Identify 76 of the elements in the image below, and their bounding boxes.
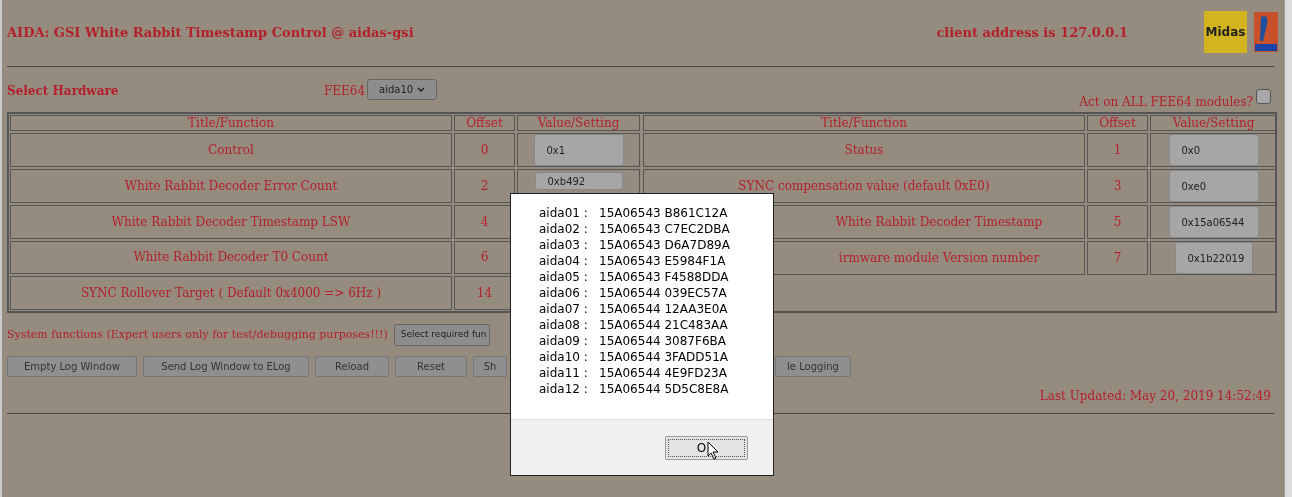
module-name: aida08 : (539, 317, 589, 334)
function-title: White Rabbit Decoder T0 Count (133, 249, 329, 267)
timestamp-value: 15A06543 E5984F1A (599, 253, 726, 270)
module-name: aida10 : (539, 349, 589, 366)
module-name: aida03 : (539, 237, 589, 254)
timestamp-value: 15A06544 039EC57A (599, 285, 727, 302)
timestamp-value: 15A06544 3FADD51A (599, 349, 729, 366)
value-field[interactable]: 0x1 (533, 134, 624, 166)
timestamp-value: 15A06543 F4588DDA (599, 269, 729, 286)
offset-text: 0 (480, 142, 489, 159)
action-button[interactable]: Send Log Window to ELog (143, 356, 309, 377)
timestamp-value: 15A06544 5D5C8E8A (599, 381, 729, 398)
cursor-icon (707, 440, 719, 460)
module-name: aida02 : (539, 221, 589, 238)
module-name: aida05 : (539, 269, 589, 286)
offset-text: 3 (1113, 178, 1122, 195)
column-header: Value/Setting (517, 115, 640, 131)
offset-text: 7 (1113, 250, 1122, 267)
client-address: client address is 127.0.0.1 (936, 24, 1128, 43)
module-name: aida12 : (539, 381, 589, 398)
function-title: White Rabbit Decoder Error Count (124, 177, 338, 195)
column-header: Title/Function (10, 115, 452, 131)
function-title: SYNC Rollover Target ( Default 0x4000 => 6Hz ) (80, 285, 382, 303)
function-title: Status (844, 142, 884, 159)
function-title: Control (208, 142, 254, 159)
value-field[interactable]: 0x1b22019 (1174, 242, 1253, 274)
ok-button[interactable]: O (665, 435, 748, 460)
module-name: aida09 : (539, 333, 589, 350)
timestamp-value: 15A06544 4E9FD23A (599, 365, 727, 382)
function-title: White Rabbit Decoder Timestamp LSW (111, 213, 351, 231)
module-name: aida07 : (539, 301, 589, 318)
offset-text: 6 (480, 249, 489, 267)
function-title: irmware module Version number (838, 250, 1040, 267)
system-functions-label: System functions (Expert users only for test/debugging purposes!!!) (7, 326, 388, 343)
module-dropdown[interactable]: aida10 (367, 79, 438, 100)
column-header: Offset (1087, 115, 1148, 131)
column-header: Title/Function (643, 115, 1085, 131)
offset-text: 2 (480, 177, 489, 195)
timestamp-value: 15A06544 12AA3E0A (599, 301, 728, 318)
offset-text: 5 (1113, 214, 1122, 231)
offset-text: 4 (480, 213, 489, 231)
column-header: Offset (454, 115, 515, 131)
action-button[interactable]: Empty Log Window (7, 356, 137, 377)
last-updated: Last Updated: May 20, 2019 14:52:49 (1039, 388, 1271, 405)
column-header: Value/Setting (1150, 115, 1277, 131)
value-field[interactable]: 0x0 (1168, 134, 1259, 166)
function-title: SYNC compensation value (default 0xE0) (738, 178, 990, 195)
page-title: AIDA: GSI White Rabbit Timestamp Control @ aidas-gsi (7, 24, 414, 43)
chevron-down-icon (417, 86, 426, 93)
action-button[interactable]: Reset (395, 356, 467, 377)
value-field[interactable]: 0x15a06544 (1168, 206, 1259, 238)
act-all-label: Act on ALL FEE64 modules? (1079, 94, 1253, 111)
function-title: White Rabbit Decoder Timestamp (835, 214, 1043, 231)
timestamp-value: 15A06544 3087F6BA (599, 333, 726, 350)
value-field[interactable]: 0xb492 (534, 172, 623, 190)
value-field[interactable]: 0xe0 (1168, 170, 1259, 202)
action-button[interactable]: Sh (473, 356, 507, 377)
fee-label: FEE64 (324, 83, 366, 100)
section-label: Select Hardware (7, 83, 120, 100)
timestamp-value: 15A06543 D6A7D89A (599, 237, 730, 254)
act-all-checkbox[interactable] (1256, 89, 1271, 104)
timestamp-value: 15A06543 B861C12A (599, 205, 728, 222)
logo-icon (1253, 11, 1279, 53)
action-button[interactable]: le Logging (775, 356, 851, 377)
function-select[interactable]: Select required fun (393, 324, 490, 346)
offset-text: 1 (1113, 142, 1122, 159)
action-button[interactable]: Reload (315, 356, 389, 377)
module-name: aida06 : (539, 285, 589, 302)
module-name: aida01 : (539, 205, 589, 222)
midas-logo: Midas (1204, 11, 1247, 53)
module-name: aida11 : (539, 365, 589, 382)
offset-text: 14 (476, 285, 493, 303)
timestamp-value: 15A06543 C7EC2DBA (599, 221, 730, 238)
module-name: aida04 : (539, 253, 589, 270)
scrollbar[interactable] (1284, 0, 1292, 497)
timestamp-value: 15A06544 21C483AA (599, 317, 728, 334)
